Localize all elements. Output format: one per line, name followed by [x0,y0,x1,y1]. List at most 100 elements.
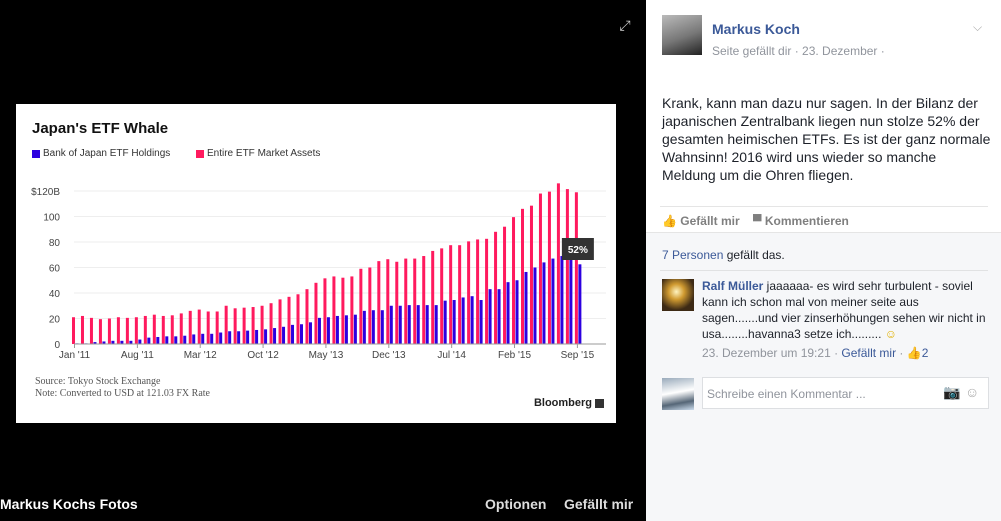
author-name[interactable]: Markus Koch [712,21,800,37]
bar-boj-holdings [488,289,492,344]
bar-market-assets [565,189,569,344]
bar-market-assets [143,315,147,344]
bar-boj-holdings [398,305,402,344]
bar-boj-holdings [578,264,582,344]
x-tick-label: Dec '13 [372,350,406,361]
options-button[interactable]: Optionen [485,496,546,512]
bar-boj-holdings [362,310,366,344]
chevron-down-icon[interactable]: ⌵ [973,20,982,35]
bar-market-assets [116,317,120,344]
bar-market-assets [350,276,354,344]
bar-market-assets [547,191,551,344]
bar-boj-holdings [551,258,555,344]
likes-summary: 7 Personen gefällt das. [662,248,785,262]
bar-boj-holdings [300,324,303,344]
expand-icon[interactable]: ⤢ [617,17,633,33]
commenter-avatar[interactable] [662,279,694,311]
bar-boj-holdings [380,310,384,344]
bar-boj-holdings [210,333,214,344]
photo-viewer: ⤢ Japan's ETF Whale Bank of Japan ETF Ho… [0,0,646,521]
bar-boj-holdings [147,337,151,344]
bar-market-assets [529,205,533,344]
source-text: Source: Tokyo Stock Exchange [35,376,161,387]
bar-market-assets [556,183,560,344]
bar-market-assets [260,305,264,344]
bar-boj-holdings [156,336,160,344]
bar-market-assets [395,261,399,344]
comment-label: Kommentieren [764,214,849,228]
bar-market-assets [341,277,345,344]
bar-market-assets [449,245,453,344]
bar-market-assets [188,310,192,344]
bar-boj-holdings [138,339,142,344]
like-photo-button[interactable]: Gefällt mir [564,496,633,512]
x-tick-label: Sep '15 [561,350,595,361]
user-avatar [662,378,694,410]
y-tick-label: 20 [49,315,61,326]
bar-market-assets [215,311,219,344]
bar-boj-holdings [506,282,510,344]
comment-icon: ▀ [753,214,762,228]
bar-boj-holdings [425,305,429,344]
post-panel: Markus Koch Seite gefällt dir · 23. Deze… [646,0,1001,521]
bar-market-assets [170,315,174,344]
bar-boj-holdings [192,334,196,344]
bar-boj-holdings [371,310,375,344]
comment-like-count[interactable]: 👍2 [907,346,929,360]
bar-boj-holdings [201,333,205,344]
bar-market-assets [269,303,273,344]
y-tick-label: 40 [49,289,61,300]
bar-boj-holdings [308,322,312,344]
thumbs-up-icon: 👍 [662,214,677,228]
bar-market-assets [197,309,201,344]
smiley-icon: ☺ [884,327,898,341]
bar-market-assets [152,314,156,344]
x-tick-label: Mar '12 [184,350,217,361]
bar-market-assets [458,245,462,344]
bar-market-assets [134,317,138,344]
comment-time[interactable]: 23. Dezember um 19:21 · [702,346,841,360]
note-text: Note: Converted to USD at 121.03 FX Rate [35,388,210,399]
y-tick-label: $120B [31,187,60,198]
comment-button[interactable]: ▀ Kommentieren [753,214,849,228]
bar-market-assets [503,226,507,344]
album-title[interactable]: Markus Kochs Fotos [0,496,138,512]
author-avatar[interactable] [662,15,702,55]
bar-market-assets [305,289,309,344]
bloomberg-logo: Bloomberg [534,397,604,409]
bar-market-assets [413,258,417,344]
bar-boj-holdings [479,300,483,344]
bar-boj-holdings [228,331,232,344]
bar-market-assets [224,305,228,344]
bar-market-assets [574,192,578,344]
bar-boj-holdings [282,326,286,344]
bar-boj-holdings [407,305,411,344]
comment-like-link[interactable]: Gefällt mir [841,346,896,360]
bar-market-assets [521,208,524,344]
chart-source: Source: Tokyo Stock Exchange Note: Conver… [35,376,210,400]
bar-boj-holdings [461,297,465,344]
bar-boj-holdings [344,315,348,344]
like-button[interactable]: 👍 Gefällt mir [662,214,740,228]
bar-boj-holdings [237,331,241,344]
bar-market-assets [323,278,327,344]
bar-boj-holdings [165,336,169,344]
bar-boj-holdings [219,332,223,344]
bar-boj-holdings [524,271,528,344]
x-tick-label: Jan '11 [59,350,91,361]
bar-market-assets [107,318,111,344]
emoji-icon[interactable]: ☺ [965,384,979,400]
bar-market-assets [467,241,471,344]
comment-body: Ralf Müller jaaaaaa- es wird sehr turbul… [702,278,992,342]
bar-market-assets [368,267,372,344]
commenter-name[interactable]: Ralf Müller [702,279,763,293]
bar-market-assets [494,231,498,344]
camera-icon[interactable]: 📷 [943,384,960,401]
logo-text: Bloomberg [533,397,592,409]
bar-market-assets [485,238,489,344]
likes-link[interactable]: 7 Personen [662,248,723,262]
y-tick-label: 100 [43,213,60,224]
bar-market-assets [404,258,408,344]
x-tick-label: Jul '14 [437,350,466,361]
bar-boj-holdings [434,305,438,344]
